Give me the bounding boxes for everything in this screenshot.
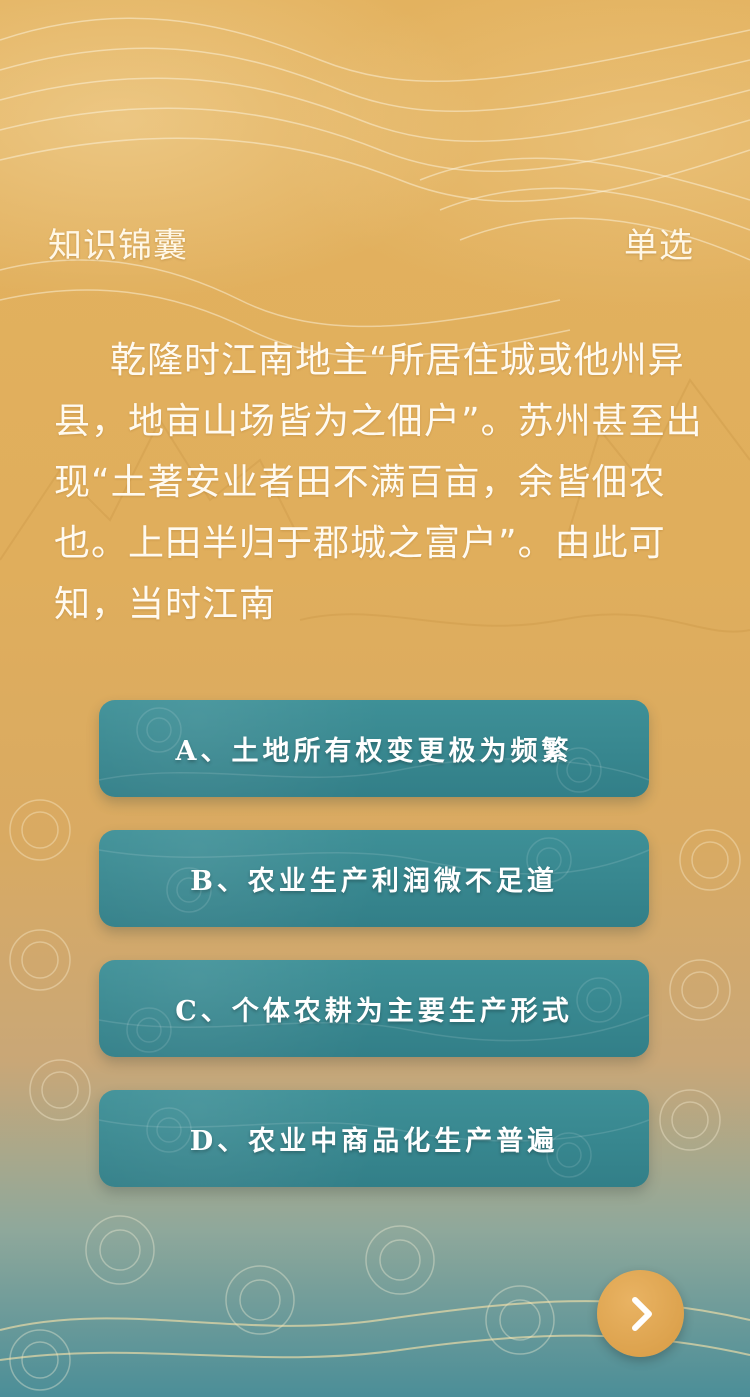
knowledge-title: 知识锦囊	[48, 225, 188, 266]
option-d-button[interactable]: D、农业中商品化生产普遍	[99, 1090, 649, 1187]
option-b-label: B、农业生产利润微不足道	[190, 866, 558, 897]
next-button[interactable]	[597, 1270, 684, 1357]
question-text: 乾隆时江南地主“所居住城或他州异县，地亩山场皆为之佃户”。苏州甚至出现“土著安业…	[54, 340, 703, 625]
header-bar: 知识锦囊 单选	[48, 218, 694, 266]
chevron-right-icon	[631, 1296, 652, 1331]
question-type-label: 单选	[624, 225, 694, 266]
option-a-label: A、土地所有权变更极为频繁	[175, 736, 573, 767]
option-c-button[interactable]: C、个体农耕为主要生产形式	[99, 960, 649, 1057]
option-a-button[interactable]: A、土地所有权变更极为频繁	[99, 700, 649, 797]
option-b-button[interactable]: B、农业生产利润微不足道	[99, 830, 649, 927]
option-c-label: C、个体农耕为主要生产形式	[175, 996, 573, 1027]
option-d-label: D、农业中商品化生产普遍	[189, 1126, 559, 1157]
options-list: A、土地所有权变更极为频繁 B、农业生产利润微不足道 C、个体农耕为主要生产形式	[99, 700, 649, 1220]
